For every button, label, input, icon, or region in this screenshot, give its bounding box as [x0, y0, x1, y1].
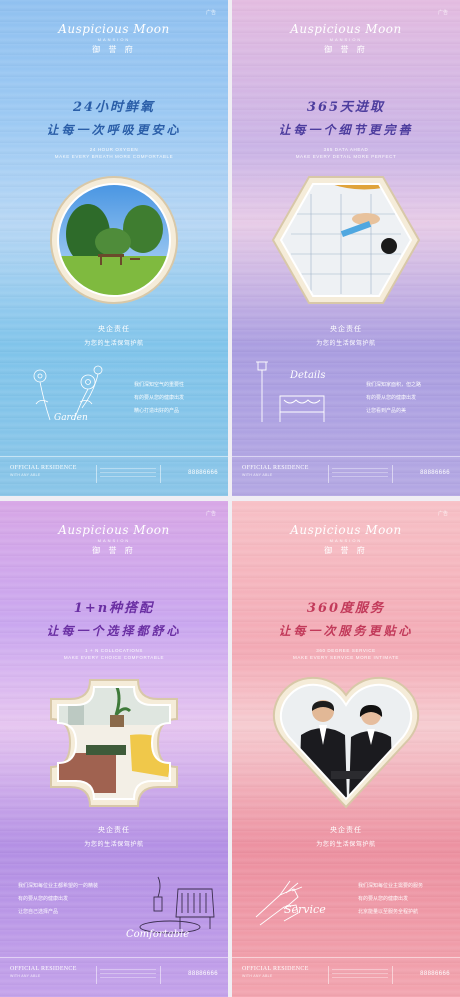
footer: OFFICIAL RESIDENCE WITH ANY ABLE 8888666…	[232, 456, 460, 496]
phone-number[interactable]: 88886666	[420, 470, 450, 476]
phone-number[interactable]: 88886666	[420, 971, 450, 977]
headline: 365天进取 让每一个细节更完善	[232, 96, 460, 138]
poster-oxygen: 广告 Auspicious Moon MANSION 御 誉 府 24小时鲜氧 …	[0, 0, 228, 496]
copy-lines: 我们深知空气的重要性 有的要从您的健康出发 精心打造出好的产品	[134, 382, 185, 414]
headline-line2: 让每一个细节更完善	[278, 123, 414, 137]
duty-block: 央企责任 为您的生活保驾护航	[84, 827, 144, 848]
brand-sub: MANSION	[329, 538, 363, 543]
headline-line1: 360度服务	[306, 601, 386, 616]
ad-tag: 广告	[205, 10, 216, 16]
english-subtitle: 24 HOUR OXYGEN MAKE EVERY BREATH MORE CO…	[54, 147, 174, 159]
english-subtitle: 360 DEGREE SERVICE MAKE EVERY SERVICE MO…	[293, 648, 399, 660]
copy-lines: 我们深知家面积，但之路 有的要从您的健康出发 让您看到产品的美	[366, 382, 422, 414]
headline: 24小时鲜氧 让每一次呼吸更安心	[0, 96, 228, 138]
headline-line2: 让每一次呼吸更安心	[46, 123, 182, 137]
heart-photo-frame	[272, 676, 420, 809]
brand-logo: Auspicious Moon	[58, 523, 170, 537]
footer: OFFICIAL RESIDENCE WITH ANY ABLE 8888666…	[232, 957, 460, 997]
brand-block: Auspicious Moon MANSION 御 誉 府	[232, 523, 460, 556]
quatrefoil-photo-frame	[50, 679, 178, 807]
copy-lines: 我们深知每位业主需要的服务 有的要从您的健康出发 北京能量以至服务全程护航	[358, 883, 424, 915]
phone-number[interactable]: 88886666	[188, 971, 218, 977]
headline-line1: 24小时鲜氧	[72, 100, 156, 115]
duty-block: 央企责任 为您的生活保驾护航	[316, 827, 376, 848]
english-subtitle: 365 DATA AHEAD MAKE EVERY DETAIL MORE PE…	[295, 147, 397, 159]
brand-logo: Auspicious Moon	[290, 22, 402, 36]
circle-photo-frame	[50, 176, 178, 304]
english-subtitle: 1 + N COLLOCATIONS MAKE EVERY CHOICE COM…	[63, 648, 165, 660]
ad-tag: 广告	[205, 511, 216, 517]
streetlamp-bench-sketch-icon: Details	[256, 361, 325, 422]
ad-tag: 广告	[437, 10, 448, 16]
duty-block: 央企责任 为您的生活保驾护航	[84, 326, 144, 347]
armchair-sketch-icon: Comfortable	[126, 876, 215, 940]
livingroom-photo	[58, 687, 170, 799]
blueprint-photo	[281, 184, 411, 296]
brand-cn: 御 誉 府	[324, 45, 368, 54]
sketch-label: Service	[284, 903, 326, 916]
ad-tag: 广告	[437, 511, 448, 517]
sketch-label: Comfortable	[126, 929, 189, 940]
copy-lines: 我们深知每位业主都希望的一的精装 有的要从您的健康出发 让您自己选择产品	[18, 883, 99, 915]
brand-cn: 御 誉 府	[92, 546, 136, 555]
brand-sub: MANSION	[97, 538, 131, 543]
headline-line2: 让每一个选择都舒心	[46, 624, 182, 638]
headline-line1: 1+n种搭配	[73, 601, 155, 616]
garden-photo	[58, 184, 170, 296]
brand-sub: MANSION	[97, 37, 131, 42]
gloves-sketch-icon: Service	[255, 880, 326, 926]
brand-block: Auspicious Moon MANSION 御 誉 府	[232, 22, 460, 55]
brand-logo: Auspicious Moon	[290, 523, 402, 537]
duty-block: 央企责任 为您的生活保驾护航	[316, 326, 376, 347]
poster-service: 广告 Auspicious Moon MANSION 御 誉 府 360度服务 …	[232, 501, 460, 997]
headline: 360度服务 让每一次服务更贴心	[232, 597, 460, 639]
brand-cn: 御 誉 府	[92, 45, 136, 54]
hexagon-photo-frame	[271, 176, 421, 304]
brand-block: Auspicious Moon MANSION 御 誉 府	[0, 22, 228, 55]
flower-sketch-icon: Garden	[33, 365, 103, 423]
sketch-label: Garden	[54, 413, 88, 423]
brand-logo: Auspicious Moon	[58, 22, 170, 36]
headline-line1: 365天进取	[306, 100, 386, 115]
headline: 1+n种搭配 让每一个选择都舒心	[0, 597, 228, 639]
poster-detail: 广告 Auspicious Moon MANSION 御 誉 府 365天进取 …	[232, 0, 460, 496]
phone-number[interactable]: 88886666	[188, 470, 218, 476]
sketch-label: Details	[289, 370, 325, 381]
brand-block: Auspicious Moon MANSION 御 誉 府	[0, 523, 228, 556]
footer: OFFICIAL RESIDENCE WITH ANY ABLE 8888666…	[0, 456, 228, 496]
brand-sub: MANSION	[329, 37, 363, 42]
brand-cn: 御 誉 府	[324, 546, 368, 555]
headline-line2: 让每一次服务更贴心	[278, 624, 414, 638]
poster-collocation: 广告 Auspicious Moon MANSION 御 誉 府 1+n种搭配 …	[0, 501, 228, 997]
footer: OFFICIAL RESIDENCE WITH ANY ABLE 8888666…	[0, 957, 228, 997]
